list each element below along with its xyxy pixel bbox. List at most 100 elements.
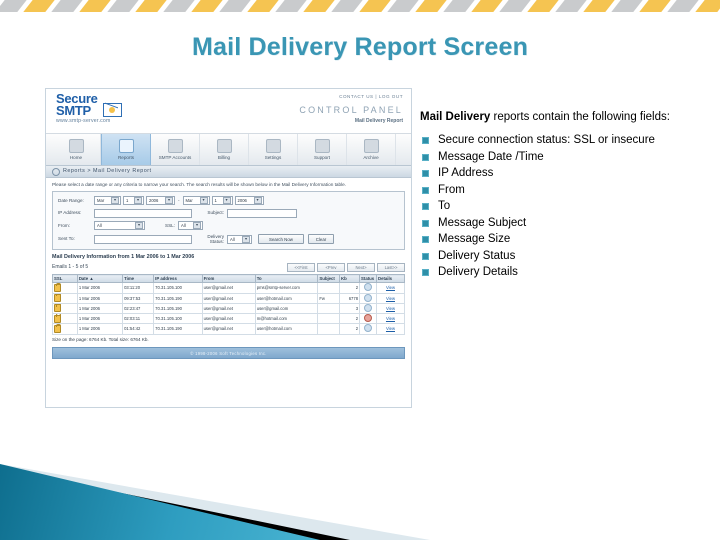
- cell-time: 03:11:20: [122, 282, 155, 294]
- cell-date: 1 Mar 2006: [76, 323, 124, 335]
- column-header[interactable]: Date ▲: [76, 274, 124, 284]
- delivery-status-select[interactable]: All ▼: [227, 234, 252, 244]
- cell-subject: [317, 323, 340, 335]
- cell-details: View: [375, 323, 406, 335]
- from-year-select[interactable]: 2006 ▼: [146, 196, 175, 206]
- cell-kb: 3: [338, 302, 361, 315]
- table-header-row: SSL Date ▲ Time IP address From To Subject Kb St…: [52, 274, 406, 284]
- lock-icon: [54, 324, 61, 333]
- chevron-down-icon: ▼: [165, 197, 173, 205]
- column-header[interactable]: Details: [375, 274, 406, 284]
- cell-to: user@hotmail.com: [254, 323, 319, 335]
- cell-from: user@gmail.net: [201, 282, 256, 294]
- results-toolbar: Emails 1 - 5 of 5 <<First <Prev Next> Last>…: [52, 262, 405, 273]
- description-lead: Mail Delivery reports contain the follow…: [420, 110, 712, 124]
- cell-subject: Fw: [317, 292, 340, 304]
- to-year-select[interactable]: 2006 ▼: [234, 196, 264, 206]
- ip-address-input[interactable]: [94, 208, 192, 218]
- cell-time: 09:37:53: [122, 292, 155, 304]
- envelope-icon: [103, 103, 122, 117]
- chevron-stripe: [331, 0, 363, 12]
- app-footer: © 1998-2006 Soft Technologies Inc.: [52, 347, 405, 360]
- date-range-row: Date Range: Mar ▼ 1 ▼ 2006 ▼ - Mar ▼ 1 ▼ 2006…: [58, 196, 399, 206]
- field-list-item-label: Delivery Details: [438, 266, 518, 278]
- from-value: All: [97, 222, 102, 228]
- search-now-button[interactable]: Search Now: [258, 234, 304, 245]
- app-header-right: CONTACT US | LOG OUT CONTROL PANEL Mail …: [299, 94, 403, 124]
- column-header[interactable]: To: [254, 274, 319, 284]
- clear-button[interactable]: Clear: [308, 234, 334, 245]
- view-details-link[interactable]: View: [386, 326, 395, 331]
- chevron-stripe: [163, 0, 195, 12]
- from-select[interactable]: All ▼: [94, 221, 145, 231]
- nav-tab-label: Billing: [217, 154, 231, 160]
- cell-date: 1 Mar 2006: [76, 282, 124, 294]
- from-day-value: 1: [126, 197, 129, 203]
- cell-details: View: [375, 313, 406, 325]
- pager-button[interactable]: Last>>: [377, 262, 405, 273]
- view-details-link[interactable]: View: [386, 296, 395, 301]
- breadcrumb-icon: [52, 167, 60, 176]
- to-month-select[interactable]: Mar ▼: [182, 196, 210, 206]
- cell-status: [359, 323, 377, 335]
- column-header[interactable]: Time: [122, 274, 155, 284]
- nav-tab-archive[interactable]: Archive: [347, 134, 396, 165]
- date-range-label: Date Range:: [58, 197, 84, 203]
- delivery-status-value: All: [230, 236, 235, 242]
- app-body: Please select a date range or any criter…: [46, 178, 411, 342]
- nav-tab-smtp-accounts[interactable]: SMTP Accounts: [151, 134, 200, 165]
- cell-status: [359, 302, 377, 315]
- cell-from: user@gmail.net: [201, 323, 256, 335]
- nav-tab-label: Settings: [264, 154, 282, 160]
- header-links[interactable]: CONTACT US | LOG OUT: [299, 94, 403, 100]
- column-header[interactable]: From: [201, 274, 256, 284]
- field-list-item: To: [420, 200, 712, 213]
- sent-to-input[interactable]: [94, 234, 192, 244]
- home-icon: [68, 138, 84, 153]
- top-decorative-band: [0, 0, 720, 12]
- nav-tab-home[interactable]: Home: [52, 134, 101, 165]
- nav-tab-billing[interactable]: Billing: [200, 134, 249, 165]
- chevron-stripe: [107, 0, 139, 12]
- column-header[interactable]: Kb: [338, 274, 361, 284]
- sent-to-status-row: Sent To: Delivery Status: All ▼ Search No…: [58, 234, 399, 245]
- pager-button[interactable]: <Prev: [317, 262, 345, 273]
- status-ok-icon: [364, 294, 372, 302]
- cell-kb: 2: [338, 313, 361, 325]
- column-header[interactable]: SSL: [52, 274, 78, 284]
- cell-ssl: [52, 282, 78, 294]
- bottom-decoration: [0, 420, 720, 540]
- pager-button[interactable]: <<First: [287, 262, 315, 273]
- cell-status: [359, 282, 377, 294]
- view-details-link[interactable]: View: [386, 316, 395, 321]
- subject-input[interactable]: [227, 208, 297, 218]
- description-lead-rest: reports contain the following fields:: [490, 111, 670, 123]
- ssl-select[interactable]: All ▼: [178, 221, 203, 231]
- intro-text: Please select a date range or any criter…: [52, 182, 347, 187]
- cell-to: pms@smtp-server.com: [254, 282, 319, 294]
- bullet-square-icon: [422, 252, 429, 260]
- cell-status: [359, 292, 377, 304]
- page-title: Mail Delivery Report Screen: [191, 33, 529, 61]
- nav-tab-support[interactable]: Support: [298, 134, 347, 165]
- column-header[interactable]: Status: [359, 274, 377, 284]
- chevron-stripe: [219, 0, 251, 12]
- view-details-link[interactable]: View: [386, 306, 395, 311]
- column-header[interactable]: Subject: [317, 274, 340, 284]
- cell-ip: 70.31.105.100: [153, 313, 203, 325]
- chevron-stripe: [499, 0, 531, 12]
- from-day-select[interactable]: 1 ▼: [123, 196, 144, 206]
- column-header[interactable]: IP address: [153, 274, 203, 284]
- from-month-select[interactable]: Mar ▼: [94, 196, 121, 206]
- field-list-item: Secure connection status: SSL or insecur…: [420, 134, 712, 147]
- chevron-down-icon: ▼: [135, 222, 143, 230]
- ssl-value: All: [181, 222, 186, 228]
- pager-button[interactable]: Next>: [347, 262, 375, 273]
- view-details-link[interactable]: View: [386, 285, 395, 290]
- chevron-down-icon: ▼: [242, 235, 250, 243]
- nav-tab-reports[interactable]: Reports: [101, 134, 151, 165]
- to-day-select[interactable]: 1 ▼: [211, 196, 233, 206]
- size-summary: Size on the page: 6764 Kb. Total size: 6…: [52, 336, 149, 342]
- nav-tab-settings[interactable]: Settings: [249, 134, 298, 165]
- subject-label: Subject:: [207, 210, 224, 216]
